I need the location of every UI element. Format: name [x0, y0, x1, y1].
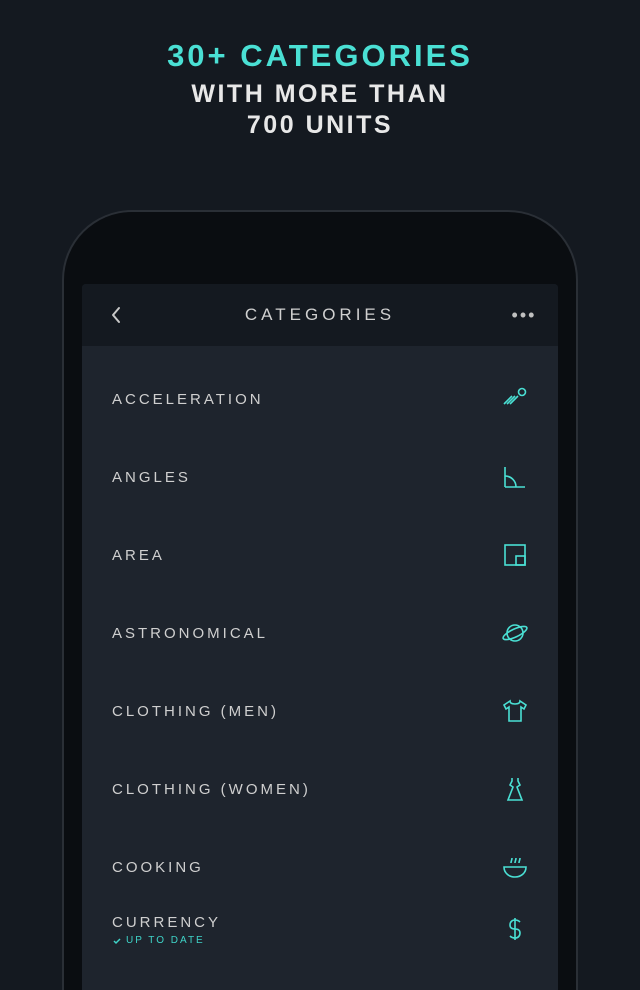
category-label: COOKING — [112, 859, 204, 876]
acceleration-icon — [500, 384, 530, 414]
category-item-clothing-men[interactable]: CLOTHING (MEN) — [82, 672, 558, 750]
category-item-currency[interactable]: CURRENCY UP TO DATE — [82, 906, 558, 954]
category-label: ANGLES — [112, 469, 191, 486]
promo-header: 30+ CATEGORIES WITH MORE THAN 700 UNITS — [0, 0, 640, 140]
category-label: ASTRONOMICAL — [112, 625, 268, 642]
category-label: CURRENCY — [112, 914, 221, 931]
category-label: CLOTHING (MEN) — [112, 703, 279, 720]
category-item-angles[interactable]: ANGLES — [82, 438, 558, 516]
category-item-cooking[interactable]: COOKING — [82, 828, 558, 906]
promo-subhead-1: WITH MORE THAN — [0, 80, 640, 109]
category-list[interactable]: ACCELERATION ANGLES — [82, 346, 558, 990]
ellipsis-icon: ••• — [512, 305, 537, 326]
back-button[interactable] — [104, 303, 128, 327]
bowl-icon — [500, 852, 530, 882]
promo-subhead-2: 700 UNITS — [0, 111, 640, 140]
category-item-acceleration[interactable]: ACCELERATION — [82, 360, 558, 438]
tshirt-icon — [500, 696, 530, 726]
more-button[interactable]: ••• — [512, 303, 536, 327]
category-subtext: UP TO DATE — [112, 935, 221, 946]
category-label: CLOTHING (WOMEN) — [112, 781, 311, 798]
area-icon — [500, 540, 530, 570]
phone-frame: CATEGORIES ••• ACCELERATION — [62, 210, 578, 990]
navbar-title: CATEGORIES — [245, 305, 395, 325]
angle-icon — [500, 462, 530, 492]
app-screen: CATEGORIES ••• ACCELERATION — [82, 284, 558, 990]
dollar-icon — [500, 914, 530, 944]
category-item-astronomical[interactable]: ASTRONOMICAL — [82, 594, 558, 672]
dress-icon — [500, 774, 530, 804]
check-icon — [112, 936, 122, 946]
chevron-left-icon — [110, 306, 122, 324]
category-item-clothing-women[interactable]: CLOTHING (WOMEN) — [82, 750, 558, 828]
navbar: CATEGORIES ••• — [82, 284, 558, 346]
category-label: ACCELERATION — [112, 391, 264, 408]
planet-icon — [500, 618, 530, 648]
category-label: AREA — [112, 547, 165, 564]
category-item-area[interactable]: AREA — [82, 516, 558, 594]
promo-headline: 30+ CATEGORIES — [0, 38, 640, 74]
